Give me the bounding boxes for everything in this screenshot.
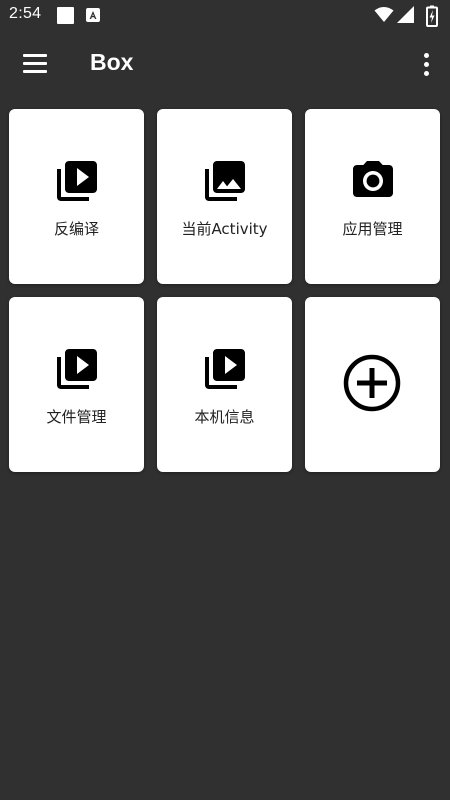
page-title: Box xyxy=(90,49,134,75)
tile-label: 当前Activity xyxy=(181,220,268,238)
tile-current-activity[interactable]: 当前Activity xyxy=(157,109,292,284)
notification-square-icon xyxy=(57,7,74,24)
app-bar: Box xyxy=(0,30,450,100)
more-vert-icon[interactable] xyxy=(417,45,437,85)
battery-charging-icon xyxy=(426,5,438,27)
video-library-icon xyxy=(204,349,245,389)
wifi-icon xyxy=(374,7,394,22)
status-icons xyxy=(374,5,444,27)
tile-app-manager[interactable]: 应用管理 xyxy=(305,109,440,284)
add-tile-button[interactable] xyxy=(305,297,440,472)
camera-icon xyxy=(352,161,393,197)
video-library-icon xyxy=(56,161,97,201)
tile-label: 反编译 xyxy=(53,220,99,238)
photo-library-icon xyxy=(204,161,245,201)
signal-icon xyxy=(397,6,414,23)
tile-file-manager[interactable]: 文件管理 xyxy=(9,297,144,472)
add-circle-icon xyxy=(343,354,401,412)
status-time: 2:54 xyxy=(9,5,42,22)
menu-icon[interactable] xyxy=(14,42,56,84)
tile-label: 文件管理 xyxy=(46,408,107,426)
tile-label: 应用管理 xyxy=(342,220,403,238)
a-notification-icon xyxy=(86,8,100,22)
video-library-icon xyxy=(56,349,97,389)
tile-decompile[interactable]: 反编译 xyxy=(9,109,144,284)
tile-device-info[interactable]: 本机信息 xyxy=(157,297,292,472)
tile-label: 本机信息 xyxy=(194,408,255,426)
status-bar: 2:54 xyxy=(0,0,450,30)
